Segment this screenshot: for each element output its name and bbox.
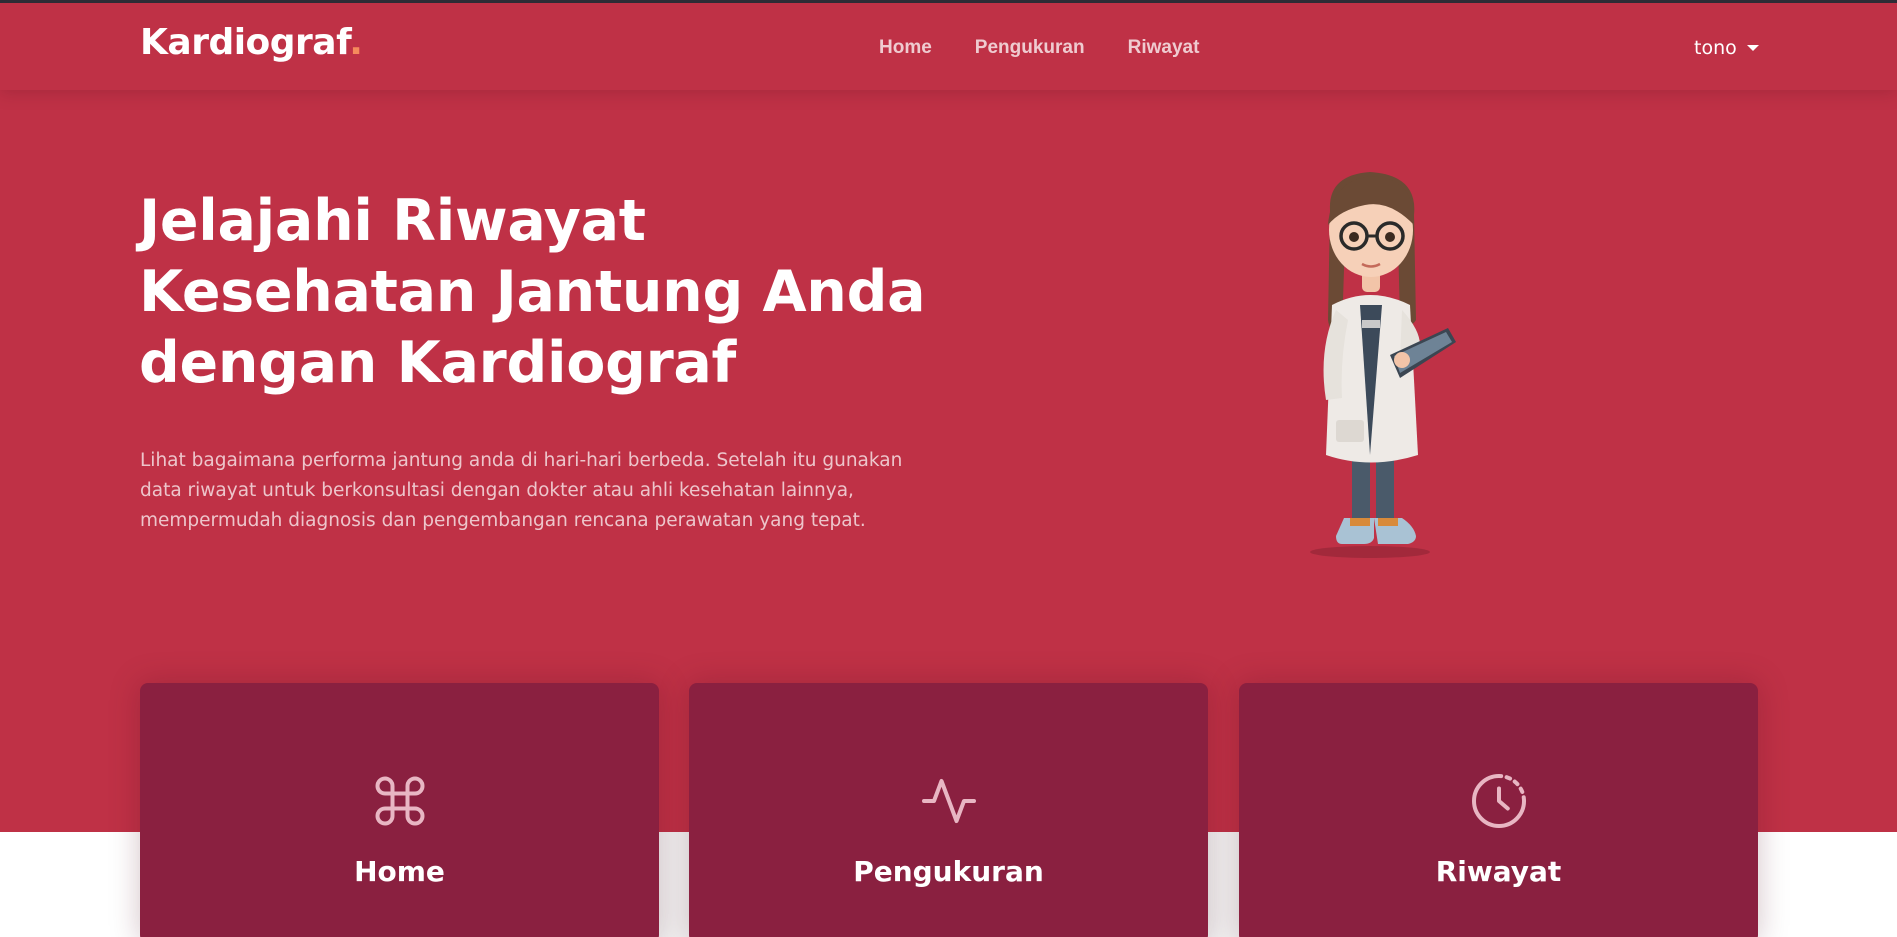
clock-icon	[1471, 774, 1526, 828]
doctor-illustration	[1310, 172, 1456, 558]
hero-description-line: Lihat bagaimana performa jantung anda di…	[140, 450, 903, 471]
feature-card-home[interactable]: Home	[140, 683, 659, 937]
nav-link-riwayat[interactable]: Riwayat	[1128, 37, 1200, 59]
hero-title-line: Jelajahi Riwayat	[139, 188, 646, 254]
card-title: Riwayat	[1435, 855, 1562, 888]
hero-description: Lihat bagaimana performa jantung anda di…	[140, 446, 920, 536]
brand-logo-dot: .	[349, 22, 363, 63]
feature-card-pengukuran[interactable]: Pengukuran	[689, 683, 1208, 937]
feature-card-riwayat[interactable]: Riwayat	[1239, 683, 1758, 937]
hero-description-line: mempermudah diagnosis dan pengembangan r…	[140, 510, 866, 531]
command-icon	[375, 776, 424, 826]
hero-title-line: Kesehatan Jantung Anda	[139, 259, 926, 325]
brand-logo[interactable]: Kardiograf.	[140, 22, 363, 63]
brand-logo-text: Kardiograf	[140, 22, 350, 63]
card-title: Pengukuran	[853, 855, 1044, 888]
user-name: tono	[1694, 37, 1737, 59]
activity-icon	[921, 779, 976, 823]
hero-description-line: data riwayat untuk berkonsultasi dengan …	[140, 480, 854, 501]
user-dropdown[interactable]: tono	[1694, 37, 1759, 59]
card-title: Home	[354, 855, 445, 888]
hero-title: Jelajahi Riwayat Kesehatan Jantung Anda …	[139, 186, 999, 399]
navbar: Kardiograf. Home Pengukuran Riwayat tono	[0, 3, 1897, 90]
caret-down-icon	[1746, 45, 1759, 51]
hero-title-line: dengan Kardiograf	[139, 330, 737, 396]
nav-link-pengukuran[interactable]: Pengukuran	[975, 37, 1085, 59]
nav-link-home[interactable]: Home	[879, 37, 932, 59]
main-nav: Home Pengukuran Riwayat	[879, 37, 1200, 59]
